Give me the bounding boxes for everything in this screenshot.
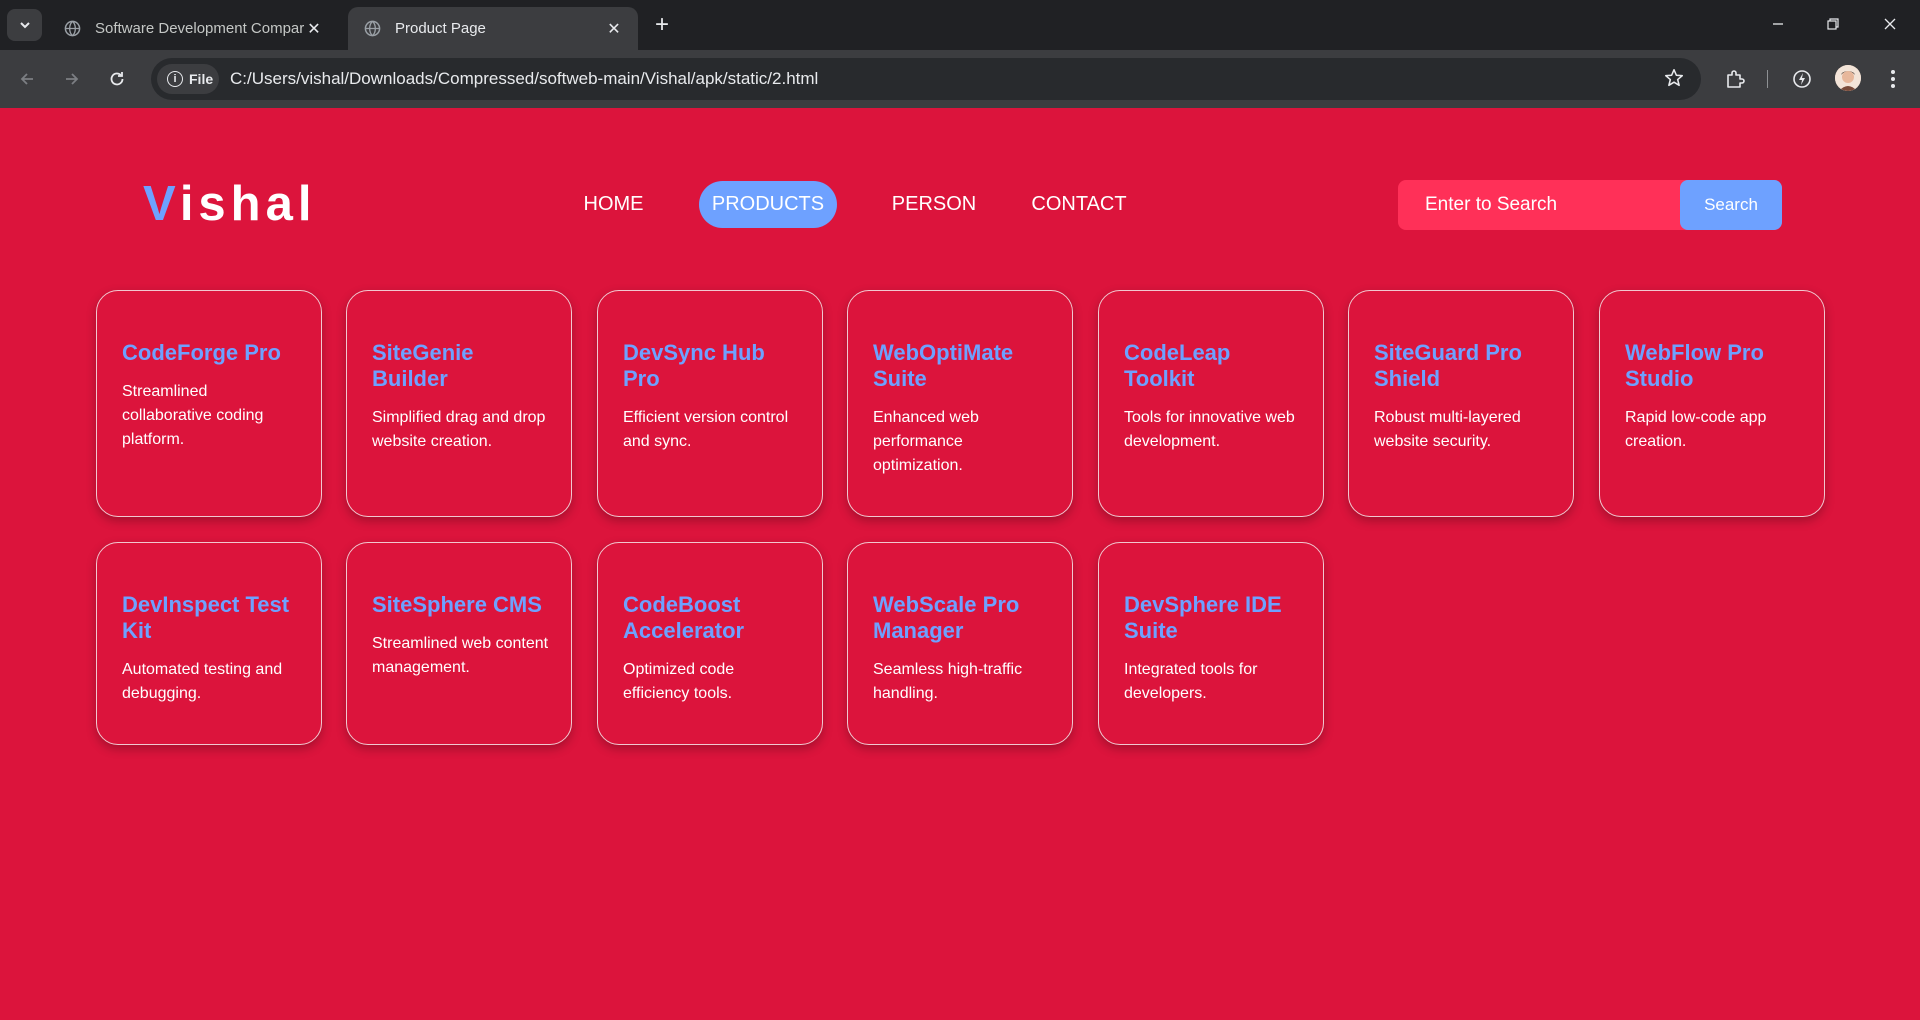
chip-label: File xyxy=(189,71,214,87)
address-bar[interactable]: i File C:/Users/vishal/Downloads/Compres… xyxy=(151,58,1701,100)
product-title: WebFlow Pro Studio xyxy=(1625,340,1764,391)
search-bar: Search xyxy=(1398,180,1782,230)
product-title: WebScale Pro Manager xyxy=(873,592,1020,643)
product-description: Enhanced web performance optimization. xyxy=(873,409,979,474)
globe-icon xyxy=(64,20,81,37)
back-icon[interactable] xyxy=(10,62,44,96)
chevron-down-icon xyxy=(19,22,30,29)
product-title: CodeForge Pro xyxy=(122,340,281,365)
product-card[interactable]: DevSync Hub Pro Efficient version contro… xyxy=(597,290,823,517)
nav-home[interactable]: HOME xyxy=(575,181,652,228)
info-icon: i xyxy=(167,71,183,87)
search-input[interactable] xyxy=(1398,180,1680,230)
restore-icon[interactable] xyxy=(1813,8,1853,40)
product-description: Streamlined collaborative coding platfor… xyxy=(122,383,264,448)
product-description: Integrated tools for developers. xyxy=(1124,661,1258,702)
site-logo[interactable]: Vishal xyxy=(143,176,316,232)
profile-avatar[interactable] xyxy=(1835,65,1861,91)
product-description: Simplified drag and drop website creatio… xyxy=(372,409,546,450)
product-card[interactable]: SiteGuard Pro Shield Robust multi-layere… xyxy=(1348,290,1574,517)
product-description: Automated testing and debugging. xyxy=(122,661,283,702)
product-title: SiteGenie Builder xyxy=(372,340,474,391)
product-title: DevInspect Test Kit xyxy=(122,592,290,643)
minimize-icon[interactable] xyxy=(1758,8,1798,40)
product-description: Rapid low-code app creation. xyxy=(1625,409,1767,450)
site-info-chip[interactable]: i File xyxy=(157,64,219,94)
tab-product-page[interactable]: Product Page ✕ xyxy=(348,7,638,50)
close-window-icon[interactable] xyxy=(1870,8,1910,40)
product-description: Seamless high-traffic handling. xyxy=(873,661,1023,702)
product-card[interactable]: WebFlow Pro Studio Rapid low-code app cr… xyxy=(1599,290,1825,517)
product-description: Streamlined web content management. xyxy=(372,635,549,676)
tab-title: Software Development Compar xyxy=(95,20,304,37)
bookmark-star-icon[interactable] xyxy=(1663,67,1685,89)
product-title: WebOptiMate Suite xyxy=(873,340,1014,391)
product-card[interactable]: CodeLeap Toolkit Tools for innovative we… xyxy=(1098,290,1324,517)
product-card[interactable]: DevInspect Test Kit Automated testing an… xyxy=(96,542,322,745)
close-tab-icon[interactable]: ✕ xyxy=(304,19,324,39)
logo-rest: ishal xyxy=(179,177,317,231)
tab-software-development[interactable]: Software Development Compar ✕ xyxy=(48,7,338,50)
close-tab-icon[interactable]: ✕ xyxy=(604,19,624,39)
tab-search-button[interactable] xyxy=(7,9,42,41)
search-button[interactable]: Search xyxy=(1680,180,1782,230)
product-card[interactable]: SiteGenie Builder Simplified drag and dr… xyxy=(346,290,572,517)
new-tab-icon[interactable]: + xyxy=(648,11,676,39)
product-card[interactable]: CodeBoost Accelerator Optimized code eff… xyxy=(597,542,823,745)
toolbar-divider xyxy=(1767,70,1768,88)
product-title: DevSphere IDE Suite xyxy=(1124,592,1282,643)
product-description: Efficient version control and sync. xyxy=(623,409,789,450)
product-description: Robust multi-layered website security. xyxy=(1374,409,1521,450)
product-title: SiteGuard Pro Shield xyxy=(1374,340,1522,391)
logo-initial: V xyxy=(143,177,180,231)
extensions-icon[interactable] xyxy=(1718,62,1752,96)
product-title: CodeLeap Toolkit xyxy=(1124,340,1231,391)
browser-tab-strip: Software Development Compar ✕ Product Pa… xyxy=(0,0,1920,50)
product-description: Optimized code efficiency tools. xyxy=(623,661,735,702)
performance-icon[interactable] xyxy=(1785,62,1819,96)
product-card[interactable]: SiteSphere CMS Streamlined web content m… xyxy=(346,542,572,745)
product-card[interactable]: WebScale Pro Manager Seamless high-traff… xyxy=(847,542,1073,745)
product-title: SiteSphere CMS xyxy=(372,592,542,617)
globe-icon xyxy=(364,20,381,37)
nav-products[interactable]: PRODUCTS xyxy=(699,181,837,228)
browser-toolbar: i File C:/Users/vishal/Downloads/Compres… xyxy=(0,50,1920,108)
product-title: DevSync Hub Pro xyxy=(623,340,765,391)
product-card[interactable]: WebOptiMate Suite Enhanced web performan… xyxy=(847,290,1073,517)
product-title: CodeBoost Accelerator xyxy=(623,592,745,643)
product-card[interactable]: DevSphere IDE Suite Integrated tools for… xyxy=(1098,542,1324,745)
product-card[interactable]: CodeForge Pro Streamlined collaborative … xyxy=(96,290,322,517)
url-text[interactable]: C:/Users/vishal/Downloads/Compressed/sof… xyxy=(230,69,818,89)
nav-contact[interactable]: CONTACT xyxy=(1026,181,1132,228)
reload-icon[interactable] xyxy=(100,62,134,96)
product-description: Tools for innovative web development. xyxy=(1124,409,1295,450)
nav-person[interactable]: PERSON xyxy=(884,181,984,228)
forward-icon[interactable] xyxy=(55,62,89,96)
more-menu-icon[interactable] xyxy=(1876,62,1910,96)
tab-title: Product Page xyxy=(395,20,486,37)
